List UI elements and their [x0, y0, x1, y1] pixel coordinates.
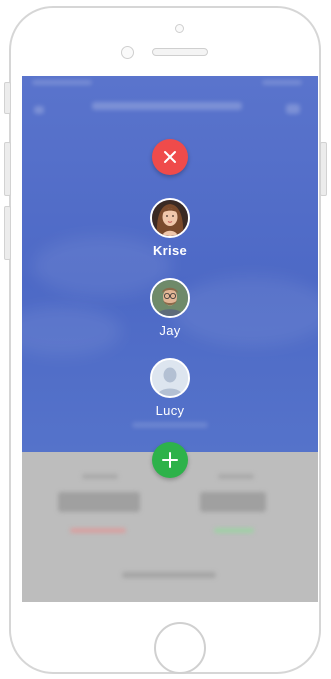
- plus-icon: [162, 452, 178, 468]
- user-name: Lucy: [155, 403, 185, 418]
- app-screen: Krise Jay Lucy: [22, 76, 318, 602]
- avatar-lucy: [150, 358, 190, 398]
- power-button: [320, 142, 327, 196]
- front-camera: [121, 46, 134, 59]
- earpiece-speaker: [152, 48, 208, 56]
- close-icon: [164, 151, 176, 163]
- home-button[interactable]: [154, 622, 206, 674]
- user-item-krise[interactable]: Krise: [120, 198, 220, 258]
- user-item-jay[interactable]: Jay: [120, 278, 220, 338]
- user-item-lucy[interactable]: Lucy: [120, 358, 220, 418]
- user-name: Jay: [159, 323, 181, 338]
- add-user-button[interactable]: [152, 442, 188, 478]
- mute-switch: [4, 82, 11, 114]
- proximity-sensor: [175, 24, 184, 33]
- avatar-jay: [150, 278, 190, 318]
- default-avatar-icon: [152, 360, 188, 396]
- avatar-krise: [150, 198, 190, 238]
- volume-down-button: [4, 206, 11, 260]
- volume-up-button: [4, 142, 11, 196]
- close-button[interactable]: [152, 139, 188, 175]
- user-name: Krise: [152, 243, 188, 258]
